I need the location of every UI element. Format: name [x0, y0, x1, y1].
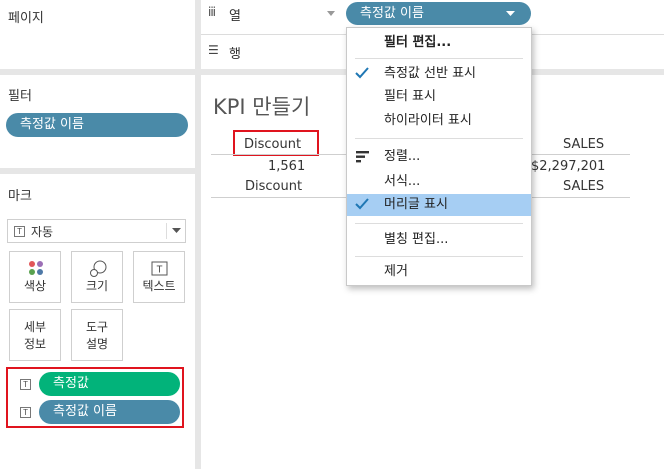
checkmark-icon	[355, 198, 369, 210]
rows-shelf-title: 행	[229, 47, 241, 62]
columns-dropdown-icon[interactable]	[327, 11, 335, 16]
pages-shelf[interactable]: 페이지	[0, 0, 195, 69]
menu-separator	[355, 223, 523, 224]
checkmark-icon	[355, 67, 369, 79]
menu-item-label: 머리글 표시	[384, 197, 448, 212]
menu-separator	[355, 58, 523, 59]
detail-mark-button[interactable]: 세부 정보	[9, 309, 61, 361]
tooltip-mark-button[interactable]: 도구 설명	[71, 309, 123, 361]
filter-pill-measure-names[interactable]: 측정값 이름	[6, 113, 188, 137]
menu-item-label: 측정값 선반 표시	[384, 66, 476, 81]
marks-pill-measure-values[interactable]: 측정값	[39, 372, 180, 396]
columns-icon: iii	[208, 5, 216, 19]
marks-shelf-title: 마크	[8, 189, 32, 204]
text-label: 텍스트	[142, 279, 176, 293]
columns-shelf-title: 열	[229, 9, 241, 24]
color-mark-button[interactable]: 색상	[9, 251, 61, 303]
label-sales: SALES	[563, 179, 605, 194]
filters-shelf[interactable]: 필터 측정값 이름	[0, 75, 195, 168]
text-mark-button[interactable]: T 텍스트	[133, 251, 185, 303]
label-discount: Discount	[245, 179, 303, 194]
menu-separator	[355, 138, 523, 139]
column-header-sales[interactable]: SALES	[563, 137, 604, 152]
svg-text:T: T	[156, 265, 162, 276]
menu-item-sort[interactable]: 정렬...	[347, 146, 531, 168]
text-t-icon: T	[151, 261, 168, 276]
menu-separator	[355, 256, 523, 257]
column-header-discount[interactable]: Discount	[244, 137, 301, 152]
marks-shelf: 마크 T 자동 색상 크기 T 텍스트 세부 정보 도구 설명 T 측정값 T …	[0, 174, 195, 469]
mark-type-label: 자동	[31, 225, 54, 239]
size-label: 크기	[85, 279, 109, 293]
marks-pill-measure-names[interactable]: 측정값 이름	[39, 400, 180, 424]
text-encoding-icon: T	[20, 379, 31, 390]
menu-item-edit-aliases[interactable]: 별칭 편집...	[347, 229, 531, 251]
menu-item-remove[interactable]: 제거	[347, 261, 531, 283]
color-label: 색상	[23, 279, 47, 293]
menu-item-show-measure-card[interactable]: 측정값 선반 표시	[347, 63, 531, 85]
size-circles-icon	[90, 260, 107, 277]
mark-type-dropdown[interactable]: T 자동	[7, 219, 186, 243]
menu-item-show-header[interactable]: 머리글 표시	[347, 194, 531, 216]
value-discount: 1,561	[268, 159, 306, 174]
rows-icon: ☰	[208, 43, 219, 57]
filters-shelf-title: 필터	[8, 89, 32, 104]
tooltip-label: 도구 설명	[85, 320, 109, 351]
columns-pill-label: 측정값 이름	[360, 6, 424, 21]
size-mark-button[interactable]: 크기	[71, 251, 123, 303]
menu-item-format[interactable]: 서식...	[347, 171, 531, 193]
dropdown-divider	[166, 223, 167, 239]
menu-item-edit-filter[interactable]: 필터 편집...	[347, 32, 531, 54]
detail-label: 세부 정보	[23, 320, 47, 351]
text-mark-icon: T	[14, 226, 25, 237]
value-sales: $2,297,201	[531, 159, 606, 174]
menu-item-show-highlighter[interactable]: 하이라이터 표시	[347, 110, 531, 132]
sort-icon	[356, 151, 369, 163]
menu-item-label: 정렬...	[384, 149, 421, 164]
columns-pill-measure-names[interactable]: 측정값 이름	[346, 2, 531, 25]
measure-names-context-menu: 필터 편집... 측정값 선반 표시 필터 표시 하이라이터 표시 정렬... …	[346, 27, 532, 286]
chevron-down-icon	[506, 11, 515, 16]
worksheet-title: KPI 만들기	[213, 95, 311, 119]
color-dots-icon	[29, 261, 43, 275]
chevron-down-icon	[172, 228, 181, 233]
pages-shelf-title: 페이지	[8, 11, 44, 26]
text-encoding-icon: T	[20, 407, 31, 418]
menu-item-show-filter[interactable]: 필터 표시	[347, 86, 531, 108]
